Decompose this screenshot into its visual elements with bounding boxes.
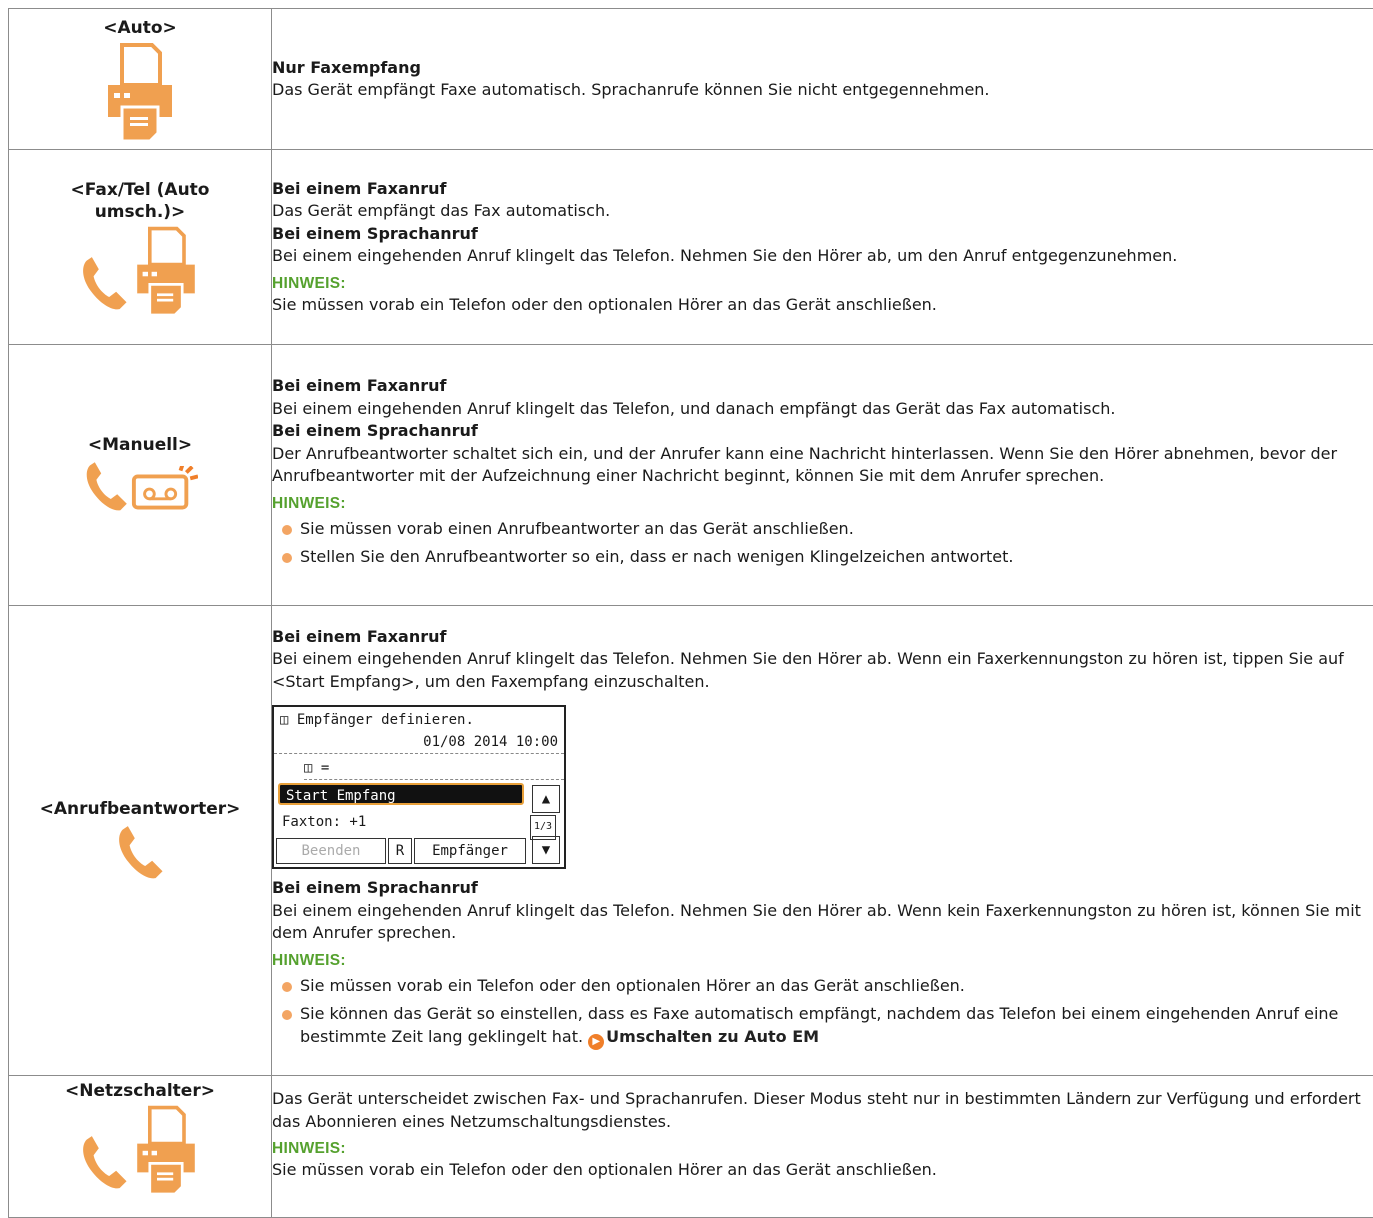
mode-cell: <Anrufbeantworter> — [9, 606, 272, 1076]
note-list: Sie müssen vorab einen Anrufbeantworter … — [272, 518, 1373, 569]
table-row: <Anrufbeantworter> Bei einem Faxanruf Be… — [9, 606, 1373, 1076]
mode-cell: <Fax/Tel (Auto umsch.)> — [9, 150, 272, 345]
mode-name: <Netzschalter> — [9, 1080, 271, 1102]
table-row: <Auto> Nur Faxempfang Das Gerät empfängt… — [9, 9, 1373, 150]
fax-icon — [130, 225, 202, 315]
r-button[interactable]: R — [388, 838, 412, 864]
auto-em-link[interactable]: Umschalten zu Auto EM — [606, 1027, 819, 1046]
answering-machine-icon — [130, 466, 198, 516]
mode-cell: <Auto> — [9, 9, 272, 150]
list-item: Sie müssen vorab ein Telefon oder den op… — [272, 975, 1373, 998]
mode-name: <Auto> — [9, 17, 271, 39]
note-list: Sie müssen vorab ein Telefon oder den op… — [272, 975, 1373, 1050]
heading: Bei einem Sprachanruf — [272, 223, 1373, 246]
lcd-screen: ◫ Empfänger definieren. 01/08 2014 10:00… — [272, 705, 566, 869]
mode-name: <Manuell> — [9, 434, 271, 456]
phone-icon — [82, 458, 130, 516]
scroll-down-button[interactable]: ▼ — [532, 836, 560, 864]
table-row: <Manuell> Bei einem Faxanruf Bei einem e… — [9, 345, 1373, 606]
table-row: <Netzschalter> Das Gerät unterscheidet z… — [9, 1076, 1373, 1218]
phone-icon — [78, 253, 130, 315]
fax-tone-item[interactable]: Faxton: +1 — [282, 811, 564, 834]
mode-description: Bei einem Faxanruf Bei einem eingehenden… — [272, 345, 1373, 606]
mode-description: Nur Faxempfang Das Gerät empfängt Faxe a… — [272, 9, 1373, 150]
text: Das Gerät empfängt das Fax automatisch. — [272, 200, 1373, 223]
mode-cell: <Netzschalter> — [9, 1076, 272, 1218]
phone-icon — [114, 822, 166, 884]
text: Der Anrufbeantworter schaltet sich ein, … — [272, 443, 1373, 488]
phone-icon — [78, 1132, 130, 1194]
note-label: HINWEIS: — [272, 951, 1373, 971]
mode-name: <Anrufbeantworter> — [9, 798, 271, 820]
fax-icon — [100, 41, 180, 141]
lcd-title: ◫ Empfänger definieren. — [280, 709, 564, 732]
end-button[interactable]: Beenden — [276, 838, 386, 864]
note-label: HINWEIS: — [272, 494, 1373, 514]
lcd-datetime: 01/08 2014 10:00 — [274, 731, 564, 754]
note-label: HINWEIS: — [272, 274, 1373, 294]
mode-cell: <Manuell> — [9, 345, 272, 606]
mode-description: Bei einem Faxanruf Bei einem eingehenden… — [272, 606, 1373, 1076]
scroll-up-button[interactable]: ▲ — [532, 785, 560, 813]
text: Das Gerät empfängt Faxe automatisch. Spr… — [272, 80, 990, 99]
table-row: <Fax/Tel (Auto umsch.)> Bei einem Faxanr… — [9, 150, 1373, 345]
text: Bei einem eingehenden Anruf klingelt das… — [272, 245, 1373, 268]
heading: Bei einem Faxanruf — [272, 626, 1373, 649]
start-reception-item[interactable]: Start Empfang — [278, 783, 524, 805]
heading: Bei einem Sprachanruf — [272, 420, 1373, 443]
address-book-icon: ◫ — [280, 712, 288, 728]
note-text: Sie müssen vorab ein Telefon oder den op… — [272, 294, 1373, 317]
recipient-button[interactable]: Empfänger — [414, 838, 526, 864]
list-item: Stellen Sie den Anrufbeantworter so ein,… — [272, 546, 1373, 569]
text: Bei einem eingehenden Anruf klingelt das… — [272, 398, 1373, 421]
link-arrow-icon: ▶ — [588, 1034, 604, 1050]
address-book-icon: ◫ — [304, 760, 312, 776]
mode-description: Bei einem Faxanruf Das Gerät empfängt da… — [272, 150, 1373, 345]
fax-icon — [130, 1104, 202, 1194]
list-item: Sie müssen vorab einen Anrufbeantworter … — [272, 518, 1373, 541]
mode-description: Das Gerät unterscheidet zwischen Fax- un… — [272, 1076, 1373, 1218]
receive-mode-table: <Auto> Nur Faxempfang Das Gerät empfängt… — [8, 8, 1373, 1218]
text: Das Gerät unterscheidet zwischen Fax- un… — [272, 1088, 1373, 1133]
text: Bei einem eingehenden Anruf klingelt das… — [272, 900, 1373, 945]
mode-name: <Fax/Tel (Auto umsch.)> — [9, 179, 271, 223]
list-item: Sie können das Gerät so einstellen, dass… — [272, 1003, 1373, 1050]
note-label: HINWEIS: — [272, 1139, 1373, 1159]
heading: Bei einem Sprachanruf — [272, 877, 1373, 900]
text: Bei einem eingehenden Anruf klingelt das… — [272, 648, 1373, 693]
heading: Nur Faxempfang — [272, 57, 1373, 80]
heading: Bei einem Faxanruf — [272, 178, 1373, 201]
lcd-field: ◫ = — [304, 757, 564, 780]
note-text: Sie müssen vorab ein Telefon oder den op… — [272, 1159, 1373, 1182]
heading: Bei einem Faxanruf — [272, 375, 1373, 398]
